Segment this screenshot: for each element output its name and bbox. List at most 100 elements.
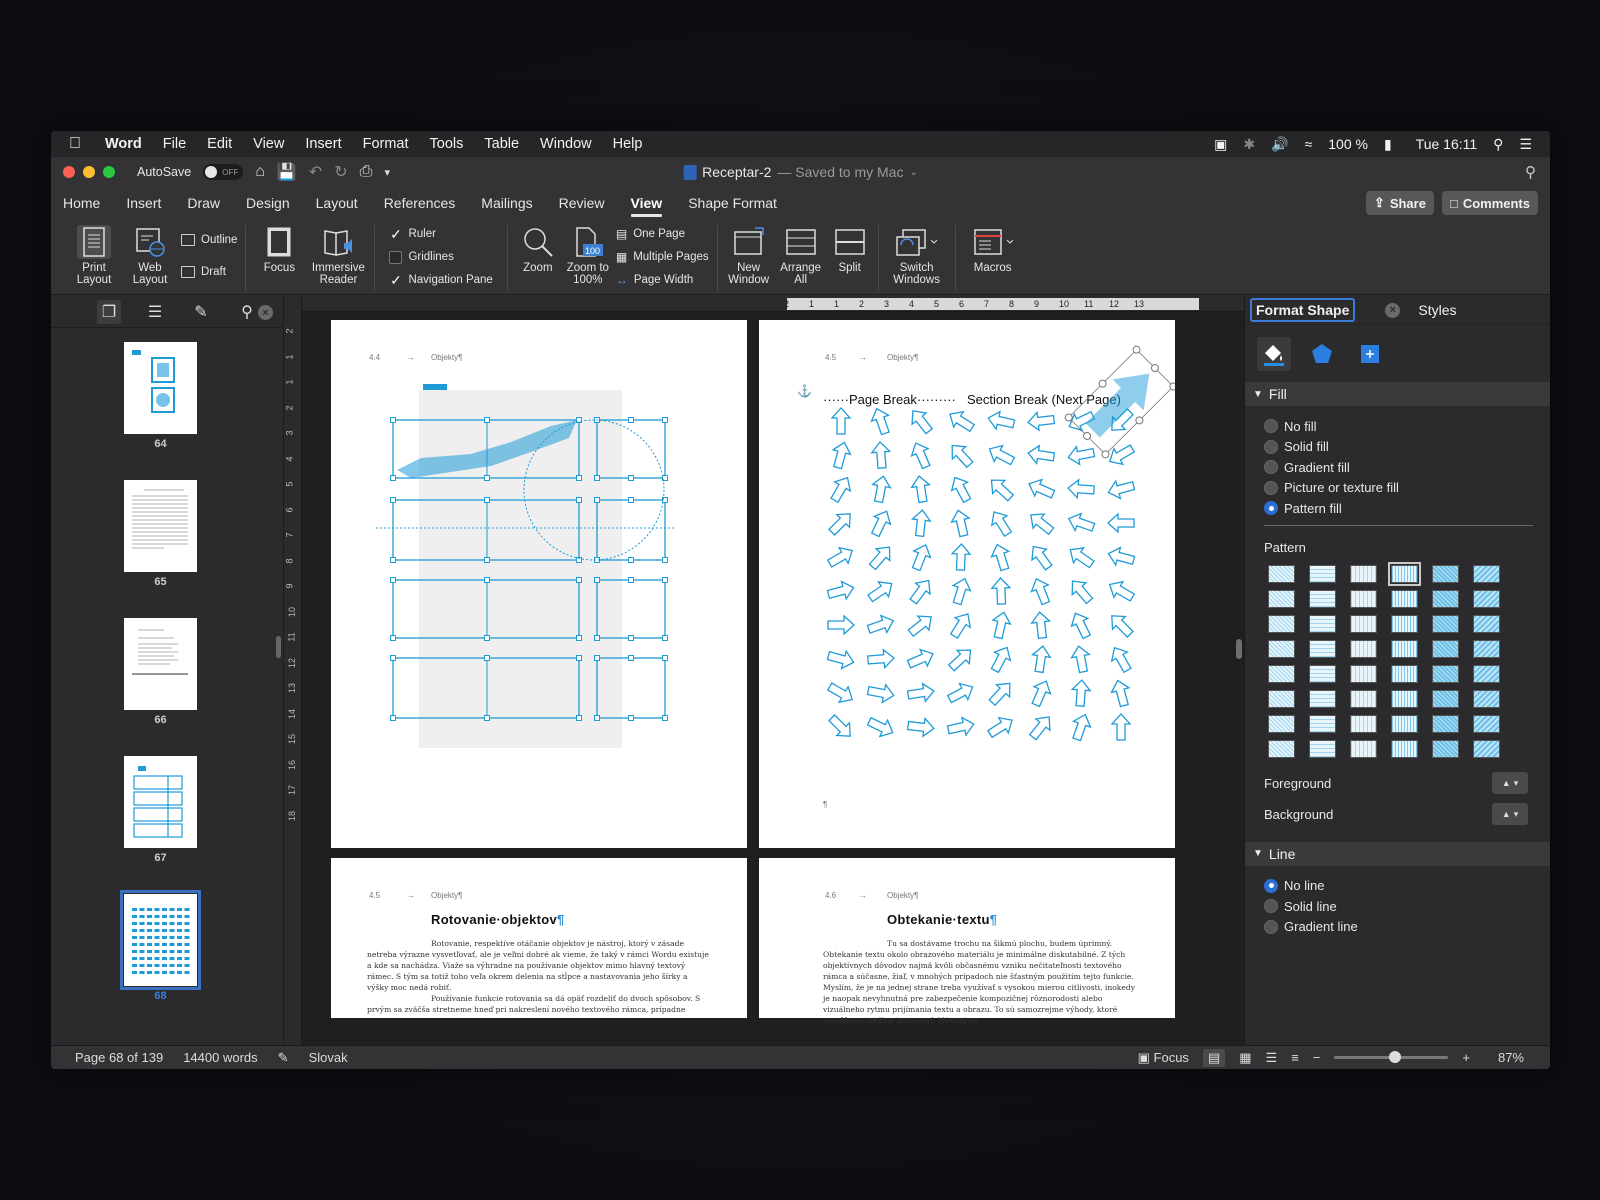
bluetooth-icon[interactable]: ✱ [1243, 136, 1255, 153]
zoom-100-button[interactable]: 100 Zoom to 100% [566, 225, 610, 286]
pattern-swatch[interactable] [1309, 589, 1336, 608]
menu-table[interactable]: Table [484, 136, 519, 152]
web-layout-view-icon[interactable]: ▦ [1239, 1050, 1251, 1066]
tab-layout[interactable]: Layout [316, 189, 358, 217]
tab-styles[interactable]: Styles [1418, 302, 1456, 318]
split-button[interactable]: Split [830, 225, 870, 274]
close-pane-icon[interactable]: × [1385, 302, 1401, 318]
spotlight-icon[interactable]: ⚲ [1493, 136, 1503, 153]
pattern-swatch[interactable] [1391, 664, 1418, 683]
pattern-swatch[interactable] [1268, 714, 1295, 733]
pattern-swatch[interactable] [1432, 664, 1459, 683]
tab-draw[interactable]: Draw [187, 189, 220, 217]
wifi-icon[interactable]: ≈ [1305, 136, 1313, 152]
line-option-solid[interactable]: Solid line [1245, 896, 1550, 917]
home-icon[interactable]: ⌂ [255, 163, 265, 181]
pattern-swatch[interactable] [1268, 614, 1295, 633]
line-option-no-line[interactable]: No line [1245, 876, 1550, 897]
pattern-swatch[interactable] [1473, 639, 1500, 658]
menu-view[interactable]: View [253, 136, 284, 152]
pattern-swatch[interactable] [1268, 739, 1295, 758]
menu-app-name[interactable]: Word [105, 136, 142, 152]
menu-format[interactable]: Format [363, 136, 409, 152]
tab-insert[interactable]: Insert [126, 189, 161, 217]
pattern-swatch[interactable] [1432, 689, 1459, 708]
pattern-swatch[interactable] [1473, 739, 1500, 758]
page-69-text[interactable]: 4.5 → Objekty¶ Rotovanie·objektov¶ Rotov… [331, 858, 747, 1018]
thumbnail-page-68[interactable] [120, 890, 201, 990]
draft-button[interactable]: Draft [181, 265, 237, 279]
pattern-swatch[interactable] [1473, 614, 1500, 633]
pattern-swatch[interactable] [1268, 639, 1295, 658]
zoom-slider-knob[interactable] [1389, 1051, 1402, 1063]
pattern-swatch[interactable] [1268, 564, 1295, 583]
pattern-swatch[interactable] [1391, 689, 1418, 708]
size-properties-icon[interactable] [1353, 337, 1387, 371]
close-window-button[interactable] [63, 166, 75, 178]
menu-window[interactable]: Window [540, 136, 592, 152]
pattern-swatch[interactable] [1391, 614, 1418, 633]
customize-toolbar-icon[interactable]: ▾ [384, 166, 390, 179]
minimize-window-button[interactable] [83, 166, 95, 178]
pattern-swatch[interactable] [1309, 614, 1336, 633]
pattern-swatch[interactable] [1309, 664, 1336, 683]
zoom-button[interactable]: Zoom [516, 225, 560, 274]
notification-center-icon[interactable]: ☰ [1519, 136, 1532, 153]
menu-help[interactable]: Help [613, 136, 643, 152]
tab-review[interactable]: Review [559, 189, 605, 217]
foreground-color-button[interactable]: ▲ ▾ [1492, 772, 1528, 794]
pattern-swatch[interactable] [1432, 739, 1459, 758]
pattern-swatch[interactable] [1391, 714, 1418, 733]
pattern-swatch[interactable] [1473, 714, 1500, 733]
pattern-swatch[interactable] [1350, 564, 1377, 583]
pattern-swatch[interactable] [1473, 664, 1500, 683]
pattern-swatch[interactable] [1309, 739, 1336, 758]
layout-grid-drawing[interactable] [331, 320, 747, 848]
pattern-swatch[interactable] [1268, 689, 1295, 708]
pattern-swatch[interactable] [1391, 739, 1418, 758]
volume-icon[interactable]: 🔊 [1271, 136, 1288, 153]
background-color-button[interactable]: ▲ ▾ [1492, 803, 1528, 825]
document-canvas[interactable]: 2 1 1 2 3 4 5 6 7 8 9 10 11 12 13 2 1 1 2 3 4 5 6 7 8 9 10 11 12 13 1… [284, 296, 1244, 1045]
thumbnail-page-66[interactable] [124, 618, 197, 710]
document-title[interactable]: Receptar-2 — Saved to my Mac ⌄ [683, 164, 918, 180]
fill-option-no-fill[interactable]: No fill [1245, 416, 1550, 437]
immersive-reader-button[interactable]: Immersive Reader [310, 225, 366, 286]
tab-shape-format[interactable]: Shape Format [688, 189, 777, 217]
fill-option-gradient[interactable]: Gradient fill [1245, 457, 1550, 478]
arrow-field-drawing[interactable] [759, 320, 1175, 848]
line-option-gradient[interactable]: Gradient line [1245, 917, 1550, 938]
pattern-swatch[interactable] [1350, 689, 1377, 708]
language[interactable]: Slovak [309, 1050, 348, 1065]
word-count[interactable]: 14400 words [183, 1050, 257, 1065]
share-button[interactable]: ⇪ Share [1365, 191, 1434, 215]
outline-view-icon[interactable]: ☰ [1266, 1050, 1278, 1066]
thumbnails-icon[interactable]: ❐ [97, 299, 121, 324]
draft-view-icon[interactable]: ≡ [1291, 1050, 1299, 1065]
effects-icon[interactable] [1305, 337, 1339, 371]
pattern-swatch[interactable] [1391, 589, 1418, 608]
pattern-swatch[interactable] [1391, 639, 1418, 658]
search-icon[interactable]: ⚲ [1525, 163, 1536, 181]
line-section-header[interactable]: ▼ Line [1245, 841, 1550, 866]
undo-icon[interactable]: ↶ [309, 162, 322, 182]
fill-option-solid[interactable]: Solid fill [1245, 437, 1550, 458]
close-pane-icon[interactable]: × [258, 305, 273, 320]
pattern-swatch[interactable] [1432, 614, 1459, 633]
pattern-swatch[interactable] [1350, 639, 1377, 658]
edit-pages-icon[interactable]: ✎ [189, 300, 213, 324]
ruler-checkbox[interactable]: ✓ Ruler [389, 227, 492, 241]
menu-edit[interactable]: Edit [207, 136, 232, 152]
battery-icon[interactable]: ▮ [1384, 136, 1392, 153]
pattern-swatch[interactable] [1473, 689, 1500, 708]
page-67-layout[interactable]: 4.4 → Objekty¶ [331, 320, 747, 848]
tab-view[interactable]: View [630, 189, 662, 217]
page-width-button[interactable]: ↔ Page Width [616, 273, 709, 287]
menu-tools[interactable]: Tools [430, 136, 464, 152]
vertical-ruler[interactable]: 2 1 1 2 3 4 5 6 7 8 9 10 11 12 13 14 15 16 17 18 [284, 296, 302, 1045]
document-scrollbar[interactable] [1236, 639, 1242, 659]
menu-file[interactable]: File [163, 136, 186, 152]
thumbnail-page-67[interactable] [124, 756, 197, 848]
zoom-window-button[interactable] [103, 166, 115, 178]
zoom-out-button[interactable]: − [1313, 1050, 1321, 1065]
